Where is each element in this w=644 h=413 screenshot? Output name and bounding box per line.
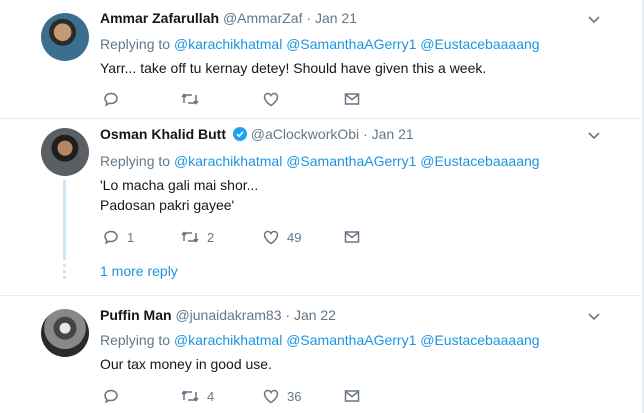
reply-button[interactable] [102, 89, 127, 109]
replying-to: Replying to @karachikhatmal @SamanthaAGe… [100, 36, 540, 52]
mention-link[interactable]: @Eustacebaaaang [420, 153, 539, 169]
direct-message-button[interactable] [343, 227, 361, 247]
mention-link[interactable]: @karachikhatmal [174, 153, 282, 169]
avatar[interactable] [41, 13, 89, 61]
like-button[interactable] [262, 89, 287, 109]
like-count: 36 [287, 388, 302, 404]
like-count: 49 [287, 229, 302, 245]
heart-icon [263, 92, 279, 107]
chevron-down-icon[interactable] [586, 127, 602, 143]
display-name[interactable]: Ammar Zafarullah [100, 10, 219, 26]
user-handle[interactable]: @aClockworkObi [251, 126, 359, 142]
avatar[interactable] [41, 309, 89, 357]
avatar[interactable] [41, 128, 89, 176]
tweet-text-line: Padosan pakri gayee' [100, 197, 235, 213]
tweet-divider [0, 118, 640, 119]
tweet-date[interactable]: Jan 21 [372, 126, 414, 142]
separator-dot: · [306, 10, 312, 26]
retweet-icon [181, 390, 199, 402]
heart-icon [263, 389, 279, 404]
heart-icon [263, 230, 279, 245]
mention-link[interactable]: @Eustacebaaaang [420, 36, 539, 52]
tweet-header: Osman Khalid Butt @aClockworkObi · Jan 2… [100, 126, 414, 142]
retweet-button[interactable] [180, 89, 207, 109]
mention-link[interactable]: @karachikhatmal [174, 332, 282, 348]
like-button[interactable]: 36 [262, 386, 301, 406]
user-handle[interactable]: @junaidakram83 [175, 307, 281, 323]
display-name[interactable]: Osman Khalid Butt [100, 126, 226, 142]
envelope-icon [344, 231, 360, 243]
mention-link[interactable]: @SamanthaAGerry1 [286, 153, 416, 169]
retweet-button[interactable]: 2 [180, 227, 214, 247]
replying-to: Replying to @karachikhatmal @SamanthaAGe… [100, 332, 540, 348]
tweet-header: Puffin Man @junaidakram83 · Jan 22 [100, 307, 336, 323]
verified-badge-icon [232, 127, 247, 141]
replying-to-label: Replying to [100, 153, 171, 169]
chevron-down-icon[interactable] [586, 308, 602, 324]
replying-to: Replying to @karachikhatmal @SamanthaAGe… [100, 153, 540, 169]
reply-icon [104, 92, 118, 107]
reply-count: 1 [127, 229, 135, 245]
reply-icon [104, 230, 118, 245]
retweet-icon [181, 231, 199, 243]
envelope-icon [344, 93, 360, 105]
reply-button[interactable]: 1 [102, 227, 134, 247]
tweet-header: Ammar Zafarullah @AmmarZaf · Jan 21 [100, 10, 357, 26]
separator-dot: · [363, 126, 368, 142]
tweet-text: Our tax money in good use. [100, 356, 272, 372]
replying-to-label: Replying to [100, 332, 171, 348]
envelope-icon [344, 390, 360, 402]
reply-button[interactable] [102, 386, 127, 406]
retweet-count: 2 [207, 229, 215, 245]
direct-message-button[interactable] [343, 89, 361, 109]
retweet-icon [181, 93, 199, 105]
like-button[interactable]: 49 [262, 227, 301, 247]
user-handle[interactable]: @AmmarZaf [223, 10, 303, 26]
replying-to-label: Replying to [100, 36, 171, 52]
retweet-count: 4 [207, 388, 215, 404]
mention-link[interactable]: @SamanthaAGerry1 [286, 332, 416, 348]
direct-message-button[interactable] [343, 386, 361, 406]
retweet-button[interactable]: 4 [180, 386, 214, 406]
tweet-text: Yarr... take off tu kernay detey! Should… [100, 60, 487, 76]
thread-line [63, 180, 66, 260]
tweet-text-line: 'Lo macha gali mai shor... [100, 177, 259, 193]
thread-dots [63, 264, 66, 282]
mention-link[interactable]: @SamanthaAGerry1 [286, 36, 416, 52]
separator-dot: · [285, 307, 291, 323]
display-name[interactable]: Puffin Man [100, 307, 172, 323]
tweet-divider [0, 295, 640, 296]
tweet-date[interactable]: Jan 21 [315, 10, 357, 26]
chevron-down-icon[interactable] [586, 11, 602, 27]
tweet-date[interactable]: Jan 22 [294, 307, 336, 323]
mention-link[interactable]: @karachikhatmal [174, 36, 282, 52]
mention-link[interactable]: @Eustacebaaaang [420, 332, 539, 348]
reply-icon [104, 389, 118, 404]
more-replies-link[interactable]: 1 more reply [100, 263, 178, 279]
